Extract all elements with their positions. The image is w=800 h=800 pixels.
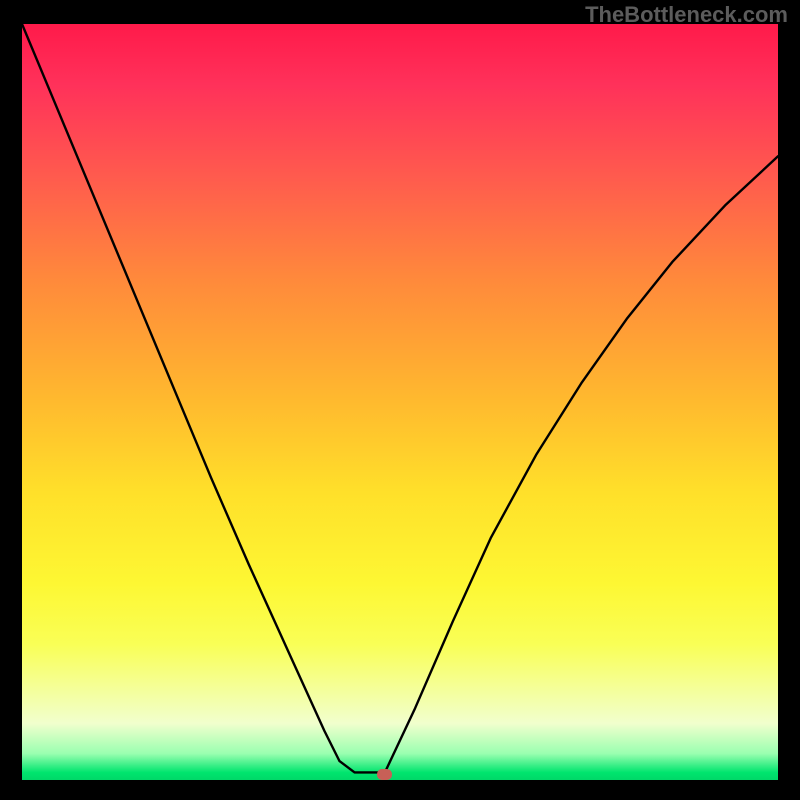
optimal-point-marker (377, 769, 392, 780)
bottleneck-curve (22, 24, 778, 780)
chart-frame: TheBottleneck.com (0, 0, 800, 800)
curve-path (22, 24, 778, 772)
plot-area (22, 24, 778, 780)
